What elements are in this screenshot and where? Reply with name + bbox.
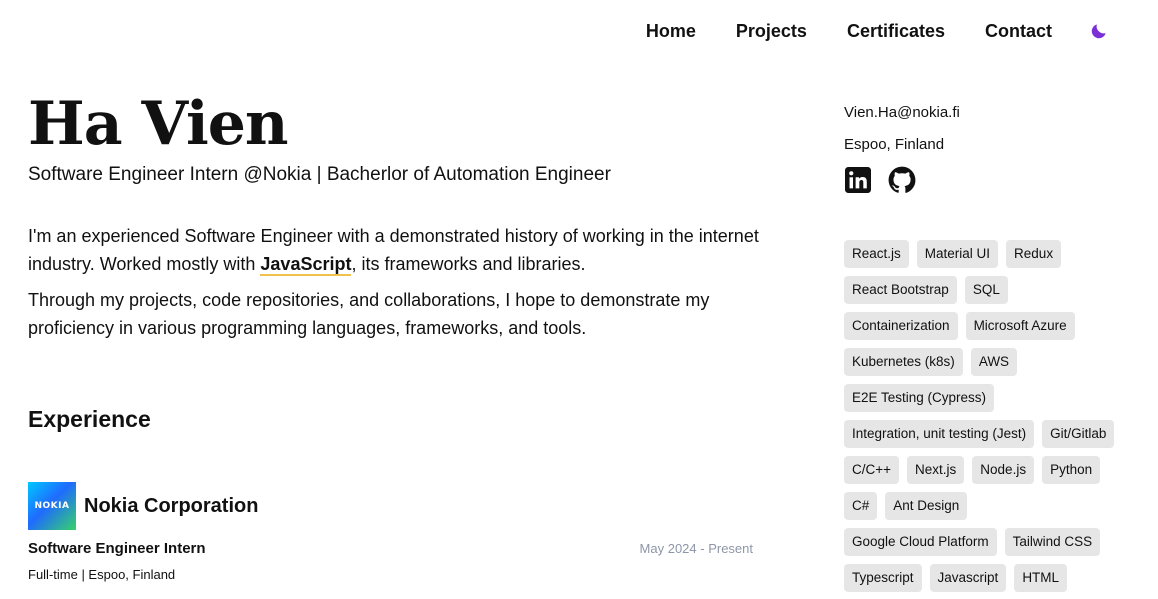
logo-text: NOKIA: [34, 501, 70, 511]
moon-icon: [1091, 24, 1106, 39]
bio-paragraph-2: Through my projects, code repositories, …: [28, 290, 710, 338]
role-title: Software Engineer Intern: [28, 540, 206, 557]
linkedin-icon: [845, 167, 871, 193]
skill-chip: Git/Gitlab: [1042, 420, 1115, 448]
location: Espoo, Finland: [844, 136, 945, 153]
nokia-logo: NOKIA: [28, 482, 76, 530]
skill-chip: Next.js: [907, 456, 965, 484]
skill-chip: Javascript: [929, 564, 1007, 592]
company-name: Nokia Corporation: [84, 494, 259, 517]
skill-chip: Tailwind CSS: [1004, 528, 1101, 556]
skill-chip: React.js: [844, 240, 909, 268]
experience-item: NOKIA Nokia Corporation Software Enginee…: [28, 482, 788, 582]
skill-chip: React Bootstrap: [844, 276, 957, 304]
role-row: Software Engineer Intern May 2024 - Pres…: [28, 540, 753, 557]
skill-chip: Ant Design: [885, 492, 968, 520]
skill-chip: Microsoft Azure: [965, 312, 1075, 340]
bio-paragraph-1: I'm an experienced Software Engineer wit…: [28, 222, 763, 278]
page: Home Projects Certificates Contact Ha Vi…: [0, 0, 1158, 599]
bio: I'm an experienced Software Engineer wit…: [28, 222, 763, 342]
social-links: [844, 166, 1134, 194]
skill-chip: C/C++: [844, 456, 900, 484]
skill-chip: Material UI: [916, 240, 999, 268]
skill-chip: Integration, unit testing (Jest): [844, 420, 1035, 448]
github-link[interactable]: [888, 166, 916, 194]
role-dates: May 2024 - Present: [639, 541, 753, 556]
skill-chip: SQL: [964, 276, 1008, 304]
theme-toggle-button[interactable]: [1088, 19, 1110, 43]
skill-chip: AWS: [970, 348, 1018, 376]
skill-chip: Redux: [1006, 240, 1062, 268]
skill-chip: C#: [844, 492, 878, 520]
linkedin-link[interactable]: [844, 166, 872, 194]
nav-certificates[interactable]: Certificates: [847, 19, 945, 43]
nav-projects[interactable]: Projects: [736, 19, 807, 43]
skill-chip: Containerization: [844, 312, 958, 340]
skill-chip: HTML: [1014, 564, 1068, 592]
page-title: Ha Vien: [28, 89, 289, 159]
main-content: Ha Vien Software Engineer Intern @Nokia …: [28, 86, 788, 582]
email-link[interactable]: Vien.Ha@nokia.fi: [844, 100, 1134, 126]
experience-heading: Experience: [28, 406, 151, 432]
top-nav: Home Projects Certificates Contact: [646, 19, 1110, 43]
skill-chip: E2E Testing (Cypress): [844, 384, 995, 412]
company-header: NOKIA Nokia Corporation: [28, 482, 788, 530]
nav-contact[interactable]: Contact: [985, 19, 1052, 43]
sidebar: Vien.Ha@nokia.fi Espoo, Finland React.js…: [844, 100, 1134, 599]
github-icon: [888, 166, 916, 193]
skill-chip: Python: [1042, 456, 1101, 484]
skill-chip: Typescript: [844, 564, 922, 592]
skills-list: React.js Material UI Redux React Bootstrap S…: [844, 240, 1134, 599]
skill-chip: Node.js: [972, 456, 1035, 484]
bio-text: , its frameworks and libraries.: [351, 254, 586, 274]
highlight-javascript: JavaScript: [260, 254, 352, 276]
tagline: Software Engineer Intern @Nokia | Bacher…: [28, 164, 611, 185]
employment-info: Full-time | Espoo, Finland: [28, 567, 176, 582]
nav-home[interactable]: Home: [646, 19, 696, 43]
skill-chip: Google Cloud Platform: [844, 528, 997, 556]
skill-chip: Kubernetes (k8s): [844, 348, 963, 376]
